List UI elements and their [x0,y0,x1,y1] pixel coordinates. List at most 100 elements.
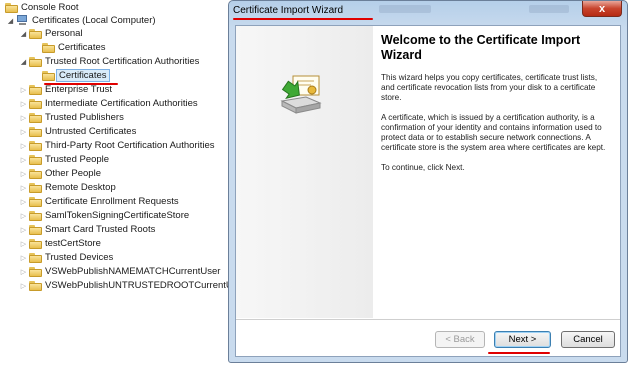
intro-paragraph: This wizard helps you copy certificates,… [381,73,598,102]
expanded-arrow-icon[interactable]: ◢ [19,29,28,38]
collapsed-arrow-icon[interactable]: ▷ [19,85,28,94]
tree-item[interactable]: ▷ Other People [19,167,101,180]
folder-icon [29,238,42,249]
folder-icon [29,266,42,277]
tree-item-label: Smart Card Trusted Roots [45,224,156,235]
tree-item-local-computer[interactable]: ◢ Certificates (Local Computer) [6,14,156,27]
folder-icon [29,210,42,221]
folder-icon [29,224,42,235]
certificate-import-icon [280,75,322,114]
wizard-heading: Welcome to the Certificate Import Wizard [381,33,581,62]
wizard-client-area: Welcome to the Certificate Import Wizard… [235,25,621,357]
tree-item-label: Certificates (Local Computer) [32,15,156,26]
tree-item[interactable]: ▷ Certificate Enrollment Requests [19,195,179,208]
collapsed-arrow-icon[interactable]: ▷ [19,267,28,276]
continue-instruction: To continue, click Next. [381,163,465,172]
collapsed-arrow-icon[interactable]: ▷ [19,113,28,122]
tree-item-label: Console Root [21,2,79,13]
folder-icon [29,182,42,193]
wizard-content: Welcome to the Certificate Import Wizard… [381,33,613,183]
button-divider [236,319,620,320]
folder-icon [29,112,42,123]
folder-icon [42,42,55,53]
tree-item[interactable]: ▷ Trusted Publishers [19,111,124,124]
tree-item-label: Personal [45,28,83,39]
tree-item-label: Trusted Devices [45,252,114,263]
collapsed-arrow-icon[interactable]: ▷ [19,225,28,234]
folder-icon [29,280,42,291]
tree-item-label: Trusted People [45,154,110,165]
back-button[interactable]: < Back [435,331,485,348]
tree-item-label: Certificates [58,42,106,53]
folder-icon [29,196,42,207]
tree-item-label: Untrusted Certificates [45,126,137,137]
tree-item[interactable]: ▷ Smart Card Trusted Roots [19,223,156,236]
expanded-arrow-icon[interactable]: ◢ [6,16,15,25]
close-icon: x [598,2,606,15]
tree-item[interactable]: ▷ testCertStore [19,237,101,250]
folder-icon [29,28,42,39]
wizard-side-panel [236,26,373,318]
tree-item-label: Other People [45,168,101,179]
tree-item-label: Intermediate Certification Authorities [45,98,198,109]
tree-item[interactable]: ▷ Untrusted Certificates [19,125,137,138]
tree-item[interactable]: ▷ VSWebPublishUNTRUSTEDROOTCurrentUs [19,279,238,292]
collapsed-arrow-icon[interactable]: ▷ [19,197,28,206]
tree-item[interactable]: ▷ Third-Party Root Certification Authorit… [19,139,215,152]
folder-icon [42,70,55,81]
next-button[interactable]: Next > [494,331,551,348]
tree-item-trusted-root-certificates[interactable]: Certificates [41,69,110,82]
folder-icon [29,84,42,95]
tree-item-label: Trusted Publishers [45,112,124,123]
tree-item[interactable]: ▷ Trusted Devices [19,251,113,264]
tree-item-label: Enterprise Trust [45,84,113,95]
collapsed-arrow-icon[interactable]: ▷ [19,239,28,248]
tree-item-label: Trusted Root Certification Authorities [45,56,200,67]
tree-item[interactable]: ▷ Intermediate Certification Authorities [19,97,198,110]
tree-item-label: VSWebPublishUNTRUSTEDROOTCurrentUs [45,280,238,291]
tree-item-label: SamlTokenSigningCertificateStore [45,210,190,221]
background-title-blur [529,5,569,13]
collapsed-arrow-icon[interactable]: ▷ [19,253,28,262]
tree-item-label: VSWebPublishNAMEMATCHCurrentUser [45,266,221,277]
tree-item-label: Third-Party Root Certification Authoriti… [45,140,215,151]
cancel-button[interactable]: Cancel [561,331,615,348]
folder-icon [29,140,42,151]
tree-item[interactable]: ▷ VSWebPublishNAMEMATCHCurrentUser [19,265,221,278]
tree-item-label: Certificate Enrollment Requests [45,196,179,207]
folder-icon [29,252,42,263]
certificate-tree: Console Root ◢ Certificates (Local Compu… [0,0,238,365]
folder-icon [5,2,18,13]
expanded-arrow-icon[interactable]: ◢ [19,57,28,66]
collapsed-arrow-icon[interactable]: ▷ [19,281,28,290]
tree-item[interactable]: ▷ SamlTokenSigningCertificateStore [19,209,189,222]
annotation-underline [233,18,373,20]
folder-icon [29,168,42,179]
collapsed-arrow-icon[interactable]: ▷ [19,155,28,164]
tree-item[interactable]: ▷ Enterprise Trust [19,83,112,96]
collapsed-arrow-icon[interactable]: ▷ [19,99,28,108]
certificate-explanation: A certificate, which is issued by a cert… [381,113,606,152]
close-button[interactable]: x [582,1,622,17]
collapsed-arrow-icon[interactable]: ▷ [19,169,28,178]
tree-item-personal-certificates[interactable]: Certificates [41,41,106,54]
tree-item-label: testCertStore [45,238,101,249]
tree-item-trusted-root[interactable]: ◢ Trusted Root Certification Authorities [19,55,200,68]
certificate-import-wizard-window: Certificate Import Wizard x Welcome to t… [228,0,628,363]
folder-icon [29,154,42,165]
tree-item[interactable]: ▷ Trusted People [19,153,109,166]
folder-icon [29,56,42,67]
tree-item[interactable]: ▷ Remote Desktop [19,181,116,194]
window-title: Certificate Import Wizard [233,5,344,16]
tree-item-console-root[interactable]: Console Root [4,1,79,14]
tree-item-personal[interactable]: ◢ Personal [19,27,83,40]
collapsed-arrow-icon[interactable]: ▷ [19,141,28,150]
collapsed-arrow-icon[interactable]: ▷ [19,183,28,192]
folder-icon [29,98,42,109]
collapsed-arrow-icon[interactable]: ▷ [19,211,28,220]
collapsed-arrow-icon[interactable]: ▷ [19,127,28,136]
tree-item-label-selected: Certificates [56,69,110,82]
background-title-blur [379,5,431,13]
tree-item-label: Remote Desktop [45,182,116,193]
computer-certificates-icon [16,15,29,26]
